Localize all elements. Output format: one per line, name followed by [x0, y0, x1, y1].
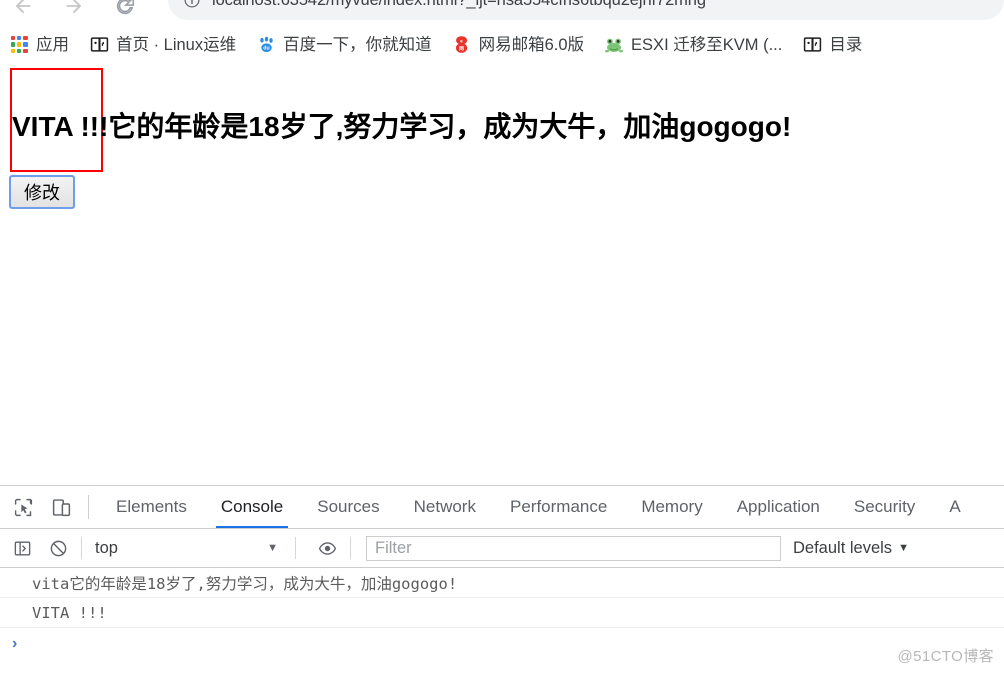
apps-grid-icon — [9, 35, 29, 55]
chevron-down-icon: ▼ — [267, 542, 278, 554]
bookmark-directory[interactable]: 目录 — [802, 31, 862, 59]
page-headline: VITA !!!它的年龄是18岁了,努力学习，成为大牛，加油gogogo! — [12, 110, 992, 144]
tab-security[interactable]: Security — [837, 486, 932, 529]
browser-toolbar: localhost:63542/myvue/index.html?_ijt=hs… — [0, 0, 1004, 21]
tab-console[interactable]: Console — [204, 486, 300, 529]
execution-context-value: top — [95, 539, 118, 558]
baidu-paw-icon: du — [256, 35, 276, 55]
console-sidebar-icon[interactable] — [8, 534, 36, 562]
tab-elements[interactable]: Elements — [99, 486, 204, 529]
book-icon — [802, 35, 822, 55]
headline-rest-text: 它的年龄是18岁了,努力学习，成为大牛，加油gogogo! — [108, 111, 791, 142]
console-levels-value: Default levels — [793, 539, 892, 558]
devtools-tabbar: Elements Console Sources Network Perform… — [0, 486, 1004, 529]
tab-performance[interactable]: Performance — [493, 486, 624, 529]
live-expression-eye-icon[interactable] — [313, 534, 341, 562]
bookmark-label: 应用 — [36, 35, 69, 55]
clear-console-icon[interactable] — [44, 534, 72, 562]
tab-audits[interactable]: A — [932, 486, 977, 529]
execution-context-select[interactable]: top ▼ — [91, 535, 286, 561]
toolbar-divider — [81, 537, 82, 559]
chevron-right-icon: › — [12, 635, 17, 653]
back-button[interactable] — [6, 0, 40, 21]
console-prompt[interactable]: › — [0, 628, 1004, 660]
bookmark-baidu[interactable]: du 百度一下，你就知道 — [256, 31, 432, 59]
chevron-down-icon: ▼ — [898, 542, 909, 554]
reload-icon — [114, 0, 136, 17]
info-circle-icon[interactable] — [182, 0, 202, 10]
toolbar-divider — [350, 537, 351, 559]
tab-memory[interactable]: Memory — [624, 486, 719, 529]
svg-text:e: e — [460, 39, 463, 44]
bookmark-label: 首页 · Linux运维 — [116, 35, 236, 55]
toolbar-divider — [295, 537, 296, 559]
headline-boxed-text: VITA !!! — [12, 111, 108, 142]
arrow-right-icon — [63, 0, 85, 17]
modify-button[interactable]: 修改 — [10, 176, 74, 208]
frog-icon — [604, 35, 624, 55]
bookmarks-bar: 应用 首页 · Linux运维 du — [0, 21, 1004, 68]
bookmark-linux-home[interactable]: 首页 · Linux运维 — [89, 31, 236, 59]
address-bar[interactable]: localhost:63542/myvue/index.html?_ijt=hs… — [168, 0, 1004, 20]
reload-button[interactable] — [108, 0, 142, 21]
bookmark-label: 百度一下，你就知道 — [283, 35, 432, 55]
bookmark-label: 目录 — [829, 35, 862, 55]
svg-text:du: du — [263, 46, 269, 52]
forward-button[interactable] — [57, 0, 91, 21]
console-output[interactable]: vita它的年龄是18岁了,努力学习，成为大牛，加油gogogo! VITA !… — [0, 568, 1004, 675]
tab-application[interactable]: Application — [720, 486, 837, 529]
console-message: vita它的年龄是18岁了,努力学习，成为大牛，加油gogogo! — [0, 568, 1004, 598]
browser-chrome: localhost:63542/myvue/index.html?_ijt=hs… — [0, 0, 1004, 68]
arrow-left-icon — [12, 0, 34, 17]
console-filter-input[interactable]: Filter — [366, 536, 781, 561]
bookmark-esxi-kvm[interactable]: ESXI 迁移至KVM (... — [604, 31, 782, 59]
inspect-element-icon[interactable] — [8, 492, 38, 522]
netease-mail-icon: e 网 — [452, 35, 472, 55]
bookmark-label: 网易邮箱6.0版 — [479, 35, 584, 55]
address-bar-url: localhost:63542/myvue/index.html?_ijt=hs… — [212, 0, 706, 20]
devtools-panel: Elements Console Sources Network Perform… — [0, 485, 1004, 674]
toolbar-divider — [88, 495, 89, 519]
bookmark-apps[interactable]: 应用 — [9, 31, 69, 59]
tab-network[interactable]: Network — [397, 486, 493, 529]
tab-sources[interactable]: Sources — [300, 486, 396, 529]
bookmark-netease-mail[interactable]: e 网 网易邮箱6.0版 — [452, 31, 584, 59]
device-toolbar-icon[interactable] — [46, 492, 76, 522]
console-toolbar: top ▼ Filter Default levels ▼ — [0, 529, 1004, 568]
watermark: @51CTO博客 — [897, 645, 994, 666]
book-icon — [89, 35, 109, 55]
console-message: VITA !!! — [0, 598, 1004, 628]
console-levels-select[interactable]: Default levels ▼ — [793, 539, 909, 558]
bookmark-label: ESXI 迁移至KVM (... — [631, 35, 782, 55]
page-viewport: VITA !!!它的年龄是18岁了,努力学习，成为大牛，加油gogogo! 修改 — [0, 68, 1004, 485]
